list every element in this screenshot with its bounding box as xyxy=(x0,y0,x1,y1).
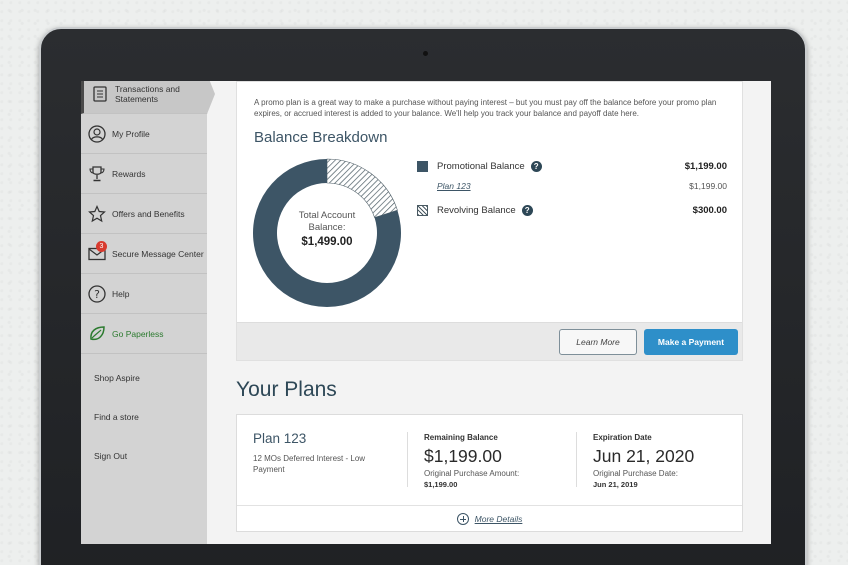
sidebar-item-label: Rewards xyxy=(112,168,146,179)
expiration-date-value: Jun 21, 2020 xyxy=(593,446,695,466)
expiration-date-header: Expiration Date xyxy=(593,433,652,442)
divider xyxy=(576,432,577,487)
sidebar-item-find-store[interactable]: Find a store xyxy=(81,397,207,437)
main-content: A promo plan is a great way to make a pu… xyxy=(207,81,771,544)
help-icon[interactable]: ? xyxy=(530,160,542,172)
learn-more-button[interactable]: Learn More xyxy=(559,329,637,355)
sidebar-item-rewards[interactable]: Rewards xyxy=(81,154,207,194)
revolving-balance-label: Revolving Balance xyxy=(437,204,516,216)
sidebar-item-label: Transactions and Statements xyxy=(115,83,180,104)
sidebar-item-profile[interactable]: My Profile xyxy=(81,114,207,154)
sidebar-item-label: Sign Out xyxy=(94,451,128,461)
revolving-balance-row: Revolving Balance ? $300.00 xyxy=(417,202,727,218)
original-amount-value: $1,199.00 xyxy=(424,480,458,489)
plan-name: Plan 123 xyxy=(253,431,307,446)
more-details-bar[interactable]: More Details xyxy=(237,505,742,531)
original-date-value: Jun 21, 2019 xyxy=(593,480,638,489)
balance-card: A promo plan is a great way to make a pu… xyxy=(236,81,743,361)
sidebar-item-label: Offers and Benefits xyxy=(112,208,185,219)
promo-intro-text: A promo plan is a great way to make a pu… xyxy=(254,98,717,118)
sidebar-item-label: Secure Message Center xyxy=(112,248,204,259)
leaf-icon xyxy=(88,325,106,343)
your-plans-heading: Your Plans xyxy=(236,378,337,401)
tablet-frame: Transactions and Statements My Profile R… xyxy=(39,27,807,565)
sidebar-item-label: My Profile xyxy=(112,128,150,139)
sidebar-item-help[interactable]: ? Help xyxy=(81,274,207,314)
revolving-swatch xyxy=(417,204,428,216)
divider xyxy=(407,432,408,487)
document-icon xyxy=(91,85,109,103)
plan-card: Plan 123 12 MOs Deferred Interest - Low … xyxy=(236,414,743,532)
trophy-icon xyxy=(88,165,106,183)
promotional-balance-label: Promotional Balance xyxy=(437,160,525,172)
promotional-balance-amount: $1,199.00 xyxy=(684,160,727,172)
user-icon xyxy=(88,124,106,143)
original-amount-label: Original Purchase Amount: xyxy=(424,469,520,478)
remaining-balance-header: Remaining Balance xyxy=(424,433,498,442)
plus-circle-icon xyxy=(456,512,469,525)
sidebar-item-label: Shop Aspire xyxy=(94,373,140,383)
envelope-icon: 3 xyxy=(88,240,107,263)
message-count-badge: 3 xyxy=(96,240,107,252)
plan-123-amount: $1,199.00 xyxy=(689,181,727,191)
plan-123-link[interactable]: Plan 123 xyxy=(437,181,471,191)
balance-card-footer: Learn More Make a Payment xyxy=(237,322,742,360)
sidebar-item-label: Go Paperless xyxy=(112,328,164,339)
plan-row: Plan 123 $1,199.00 xyxy=(417,178,727,194)
revolving-slice xyxy=(326,158,398,218)
donut-center-label: Total Account Balance: $1,499.00 xyxy=(252,210,402,248)
remaining-balance-column: Remaining Balance $1,199.00 Original Pur… xyxy=(424,433,519,489)
screen: Transactions and Statements My Profile R… xyxy=(81,81,771,544)
sidebar-item-transactions[interactable]: Transactions and Statements xyxy=(81,81,215,114)
make-payment-button[interactable]: Make a Payment xyxy=(644,329,738,355)
sidebar-item-paperless[interactable]: Go Paperless xyxy=(81,314,207,354)
revolving-balance-amount: $300.00 xyxy=(692,204,727,216)
more-details-link[interactable]: More Details xyxy=(475,514,523,524)
original-date-label: Original Purchase Date: xyxy=(593,469,678,478)
svg-text:?: ? xyxy=(94,288,100,301)
plan-description: 12 MOs Deferred Interest - Low Payment xyxy=(253,454,366,474)
total-balance-label: Total Account Balance: xyxy=(298,210,356,233)
promotional-balance-row: Promotional Balance ? $1,199.00 xyxy=(417,158,727,174)
sidebar: Transactions and Statements My Profile R… xyxy=(81,81,215,544)
sidebar-item-shop[interactable]: Shop Aspire xyxy=(81,358,207,398)
help-icon[interactable]: ? xyxy=(521,204,533,216)
balance-breakdown-title: Balance Breakdown xyxy=(254,129,388,146)
promotional-swatch xyxy=(417,160,428,172)
star-icon xyxy=(88,204,106,223)
sidebar-item-offers[interactable]: Offers and Benefits xyxy=(81,194,207,234)
sidebar-item-messages[interactable]: 3 Secure Message Center xyxy=(81,234,207,274)
total-balance-amount: $1,499.00 xyxy=(301,236,353,248)
sidebar-item-label: Find a store xyxy=(94,412,139,422)
sidebar-item-sign-out[interactable]: Sign Out xyxy=(81,436,207,476)
question-icon: ? xyxy=(88,284,106,303)
sidebar-item-label: Help xyxy=(112,288,130,299)
expiration-column: Expiration Date Jun 21, 2020 Original Pu… xyxy=(593,433,694,489)
remaining-balance-value: $1,199.00 xyxy=(424,446,502,466)
camera-dot xyxy=(423,51,428,56)
